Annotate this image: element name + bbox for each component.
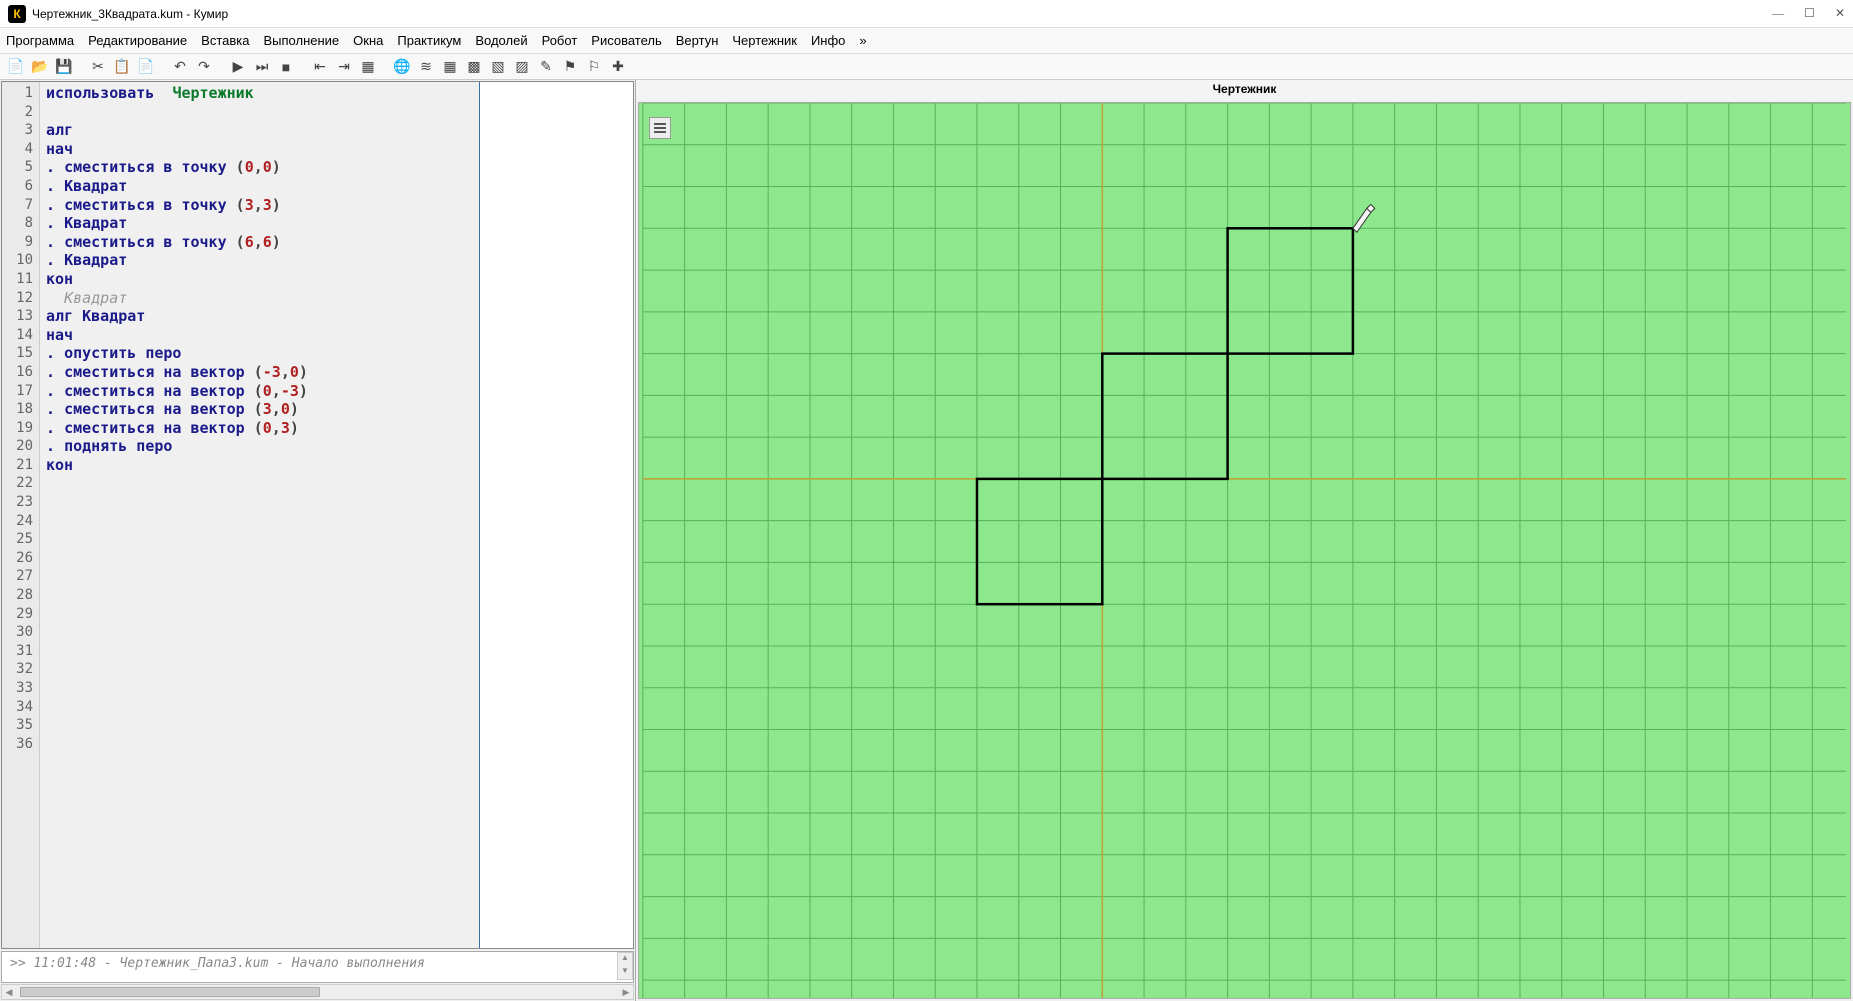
canvas-title: Чертежник — [636, 80, 1853, 100]
waves-icon[interactable]: ≋ — [416, 57, 436, 77]
code-line[interactable]: . сместиться на вектор (-3,0) — [46, 363, 473, 382]
copy-icon[interactable]: 📋 — [112, 57, 132, 77]
close-button[interactable]: ✕ — [1835, 6, 1845, 21]
grid1-icon[interactable]: ▦ — [440, 57, 460, 77]
code-line[interactable] — [46, 549, 473, 568]
code-line[interactable]: . сместиться в точку (3,3) — [46, 196, 473, 215]
menu-item-Инфо[interactable]: Инфо — [811, 33, 845, 48]
menu-item-Вертун[interactable]: Вертун — [676, 33, 719, 48]
code-line[interactable] — [46, 567, 473, 586]
menu-item-Окна[interactable]: Окна — [353, 33, 383, 48]
flag2-icon[interactable]: ⚐ — [584, 57, 604, 77]
editor-margin-pane — [480, 82, 633, 948]
menu-item-»[interactable]: » — [859, 33, 866, 48]
check-icon[interactable]: ✎ — [536, 57, 556, 77]
pause-left-icon[interactable]: ⇤ — [310, 57, 330, 77]
code-line[interactable]: алг — [46, 121, 473, 140]
new-icon[interactable]: 📄 — [6, 57, 26, 77]
code-line[interactable] — [46, 623, 473, 642]
code-line[interactable] — [46, 698, 473, 717]
code-line[interactable] — [46, 660, 473, 679]
menu-item-Выполнение[interactable]: Выполнение — [263, 33, 339, 48]
globe-icon[interactable]: 🌐 — [392, 57, 412, 77]
plus-icon[interactable]: ✚ — [608, 57, 628, 77]
code-line[interactable]: . опустить перо — [46, 344, 473, 363]
menu-item-Рисователь[interactable]: Рисователь — [591, 33, 661, 48]
toolbar: 📄📂💾✂📋📄↶↷▶⏭■⇤⇥▦🌐≋▦▩▧▨✎⚑⚐✚ — [0, 54, 1853, 80]
code-line[interactable] — [46, 642, 473, 661]
code-line[interactable] — [46, 679, 473, 698]
code-line[interactable] — [46, 512, 473, 531]
cut-icon[interactable]: ✂ — [88, 57, 108, 77]
stop-icon[interactable]: ■ — [276, 57, 296, 77]
code-line[interactable]: . сместиться на вектор (0,-3) — [46, 382, 473, 401]
code-line[interactable] — [46, 716, 473, 735]
grid3-icon[interactable]: ▧ — [488, 57, 508, 77]
code-line[interactable]: . поднять перо — [46, 437, 473, 456]
code-line[interactable]: алг Квадрат — [46, 307, 473, 326]
save-icon[interactable]: 💾 — [54, 57, 74, 77]
code-line[interactable]: . сместиться на вектор (0,3) — [46, 419, 473, 438]
code-line[interactable]: . Квадрат — [46, 214, 473, 233]
flag1-icon[interactable]: ⚑ — [560, 57, 580, 77]
menubar: Программа Редактирование Вставка Выполнение… — [0, 28, 1853, 54]
horizontal-scrollbar[interactable]: ◀ ▶ — [1, 984, 634, 1000]
code-line[interactable]: . сместиться на вектор (3,0) — [46, 400, 473, 419]
code-line[interactable] — [46, 735, 473, 754]
code-line[interactable]: использовать Чертежник — [46, 84, 473, 103]
canvas-menu-button[interactable] — [649, 117, 671, 139]
drawn-square — [1228, 228, 1353, 353]
menu-item-Практикум[interactable]: Практикум — [397, 33, 461, 48]
open-icon[interactable]: 📂 — [30, 57, 50, 77]
code-line[interactable] — [46, 586, 473, 605]
code-line[interactable]: кон — [46, 456, 473, 475]
run-icon[interactable]: ▶ — [228, 57, 248, 77]
scrollbar-thumb[interactable] — [20, 987, 320, 997]
app-logo-icon: К — [8, 5, 26, 23]
menu-item-Чертежник[interactable]: Чертежник — [732, 33, 797, 48]
code-line[interactable]: нач — [46, 140, 473, 159]
minimize-button[interactable]: — — [1772, 6, 1784, 21]
code-line[interactable]: . сместиться в точку (6,6) — [46, 233, 473, 252]
menu-item-Водолей[interactable]: Водолей — [475, 33, 527, 48]
pause-right-icon[interactable]: ⇥ — [334, 57, 354, 77]
redo-icon[interactable]: ↷ — [194, 57, 214, 77]
titlebar: К Чертежник_3Квадрата.kum - Кумир — ☐ ✕ — [0, 0, 1853, 28]
code-line[interactable]: кон — [46, 270, 473, 289]
console-output[interactable]: >> 11:01:48 - Чертежник_Папа3.kum - Нача… — [1, 951, 634, 983]
code-line[interactable] — [46, 103, 473, 122]
code-line[interactable] — [46, 474, 473, 493]
drawn-square — [977, 479, 1102, 604]
grid2-icon[interactable]: ▩ — [464, 57, 484, 77]
menu-item-Программа[interactable]: Программа — [6, 33, 74, 48]
paste-icon[interactable]: 📄 — [136, 57, 156, 77]
code-line[interactable]: Квадрат — [46, 289, 473, 308]
code-line[interactable] — [46, 493, 473, 512]
menu-item-Вставка[interactable]: Вставка — [201, 33, 249, 48]
console-scrollbar[interactable]: ▲▼ — [617, 952, 633, 980]
drawn-square — [1102, 354, 1227, 479]
maximize-button[interactable]: ☐ — [1804, 6, 1815, 21]
drawing-canvas[interactable] — [639, 103, 1850, 998]
code-line[interactable] — [46, 605, 473, 624]
exec-icon[interactable]: ▦ — [358, 57, 378, 77]
code-line[interactable]: . Квадрат — [46, 251, 473, 270]
window-title: Чертежник_3Квадрата.kum - Кумир — [32, 7, 1772, 21]
step-icon[interactable]: ⏭ — [252, 57, 272, 77]
grid4-icon[interactable]: ▨ — [512, 57, 532, 77]
line-gutter: 1 2 3 4 5 6 7 8 9 10 11 12 13 14 15 16 1… — [2, 82, 40, 948]
menu-item-Робот[interactable]: Робот — [542, 33, 578, 48]
code-area[interactable]: использовать Чертежник алгнач. сместитьс… — [40, 82, 480, 948]
code-line[interactable] — [46, 530, 473, 549]
code-line[interactable]: . Квадрат — [46, 177, 473, 196]
editor[interactable]: 1 2 3 4 5 6 7 8 9 10 11 12 13 14 15 16 1… — [1, 81, 634, 949]
code-line[interactable]: . сместиться в точку (0,0) — [46, 158, 473, 177]
code-line[interactable]: нач — [46, 326, 473, 345]
menu-item-Редактирование[interactable]: Редактирование — [88, 33, 187, 48]
undo-icon[interactable]: ↶ — [170, 57, 190, 77]
